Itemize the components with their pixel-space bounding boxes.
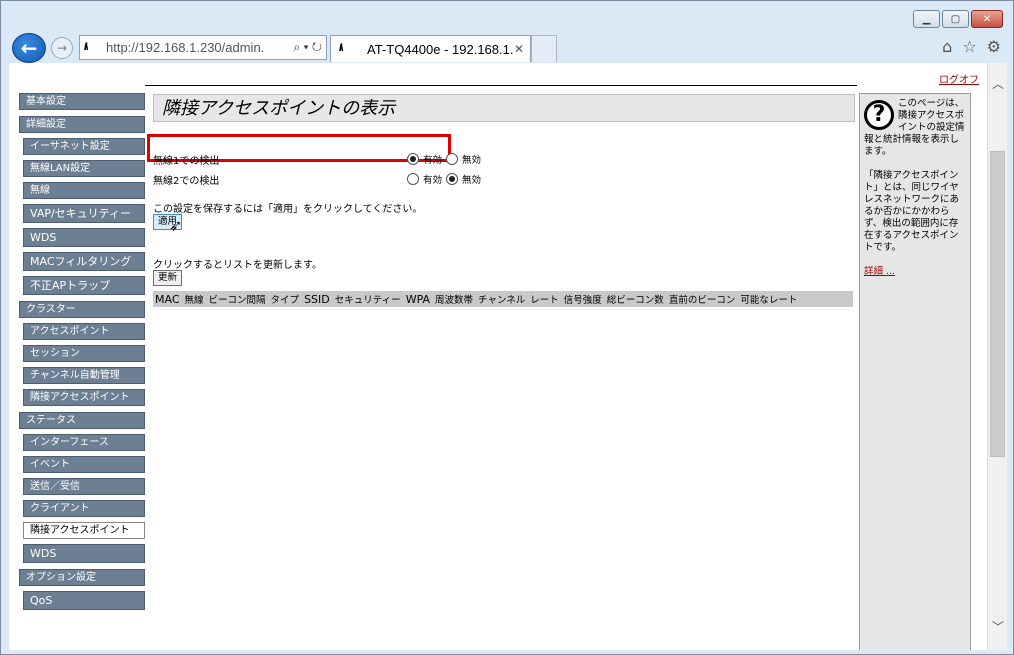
back-arrow-icon[interactable]: ← (12, 33, 46, 63)
window-controls: ▁ ▢ ✕ (913, 10, 1003, 28)
help-more-link[interactable]: 詳細 ... (864, 266, 895, 277)
sidebar-item-qos[interactable]: QoS (23, 591, 145, 610)
radio1-disable-option[interactable]: 無効 (446, 152, 481, 166)
sidebar-item-ethernet[interactable]: イーサネット設定 (23, 138, 145, 155)
tab-title: AT-TQ4400e - 192.168.1... (367, 41, 514, 57)
radio1-label: 無線1での検出 (153, 155, 220, 167)
sidebar-section-cluster[interactable]: クラスター (19, 301, 145, 318)
sidebar-item-channel-mgmt[interactable]: チャンネル自動管理 (23, 367, 145, 384)
radio2-enable-option[interactable]: 有効 (407, 172, 442, 186)
radio1-detection-row: 無線1での検出 有効 無効 (153, 150, 503, 168)
sidebar-section-advanced[interactable]: 詳細設定 (19, 116, 145, 133)
sidebar-item-wlan[interactable]: 無線LAN設定 (23, 160, 145, 177)
col-supported-rates: 可能なレート (740, 295, 798, 306)
settings-gear-icon[interactable]: ⚙ (987, 37, 1001, 56)
sidebar-item-interfaces[interactable]: インターフェース (23, 434, 145, 451)
col-security: セキュリティー (334, 295, 401, 306)
col-mac: MAC (155, 292, 180, 306)
col-beacon-interval: ビーコン間隔 (208, 295, 266, 306)
radio1-enable-option[interactable]: 有効 (407, 152, 442, 166)
browser-window: ▁ ▢ ✕ ← → //\ http://192.168.1.230/admin… (0, 0, 1014, 655)
sidebar-section-options[interactable]: オプション設定 (19, 569, 145, 586)
sidebar-item-basic-settings[interactable]: 基本設定 (19, 93, 145, 110)
forward-arrow-icon[interactable]: → (51, 37, 73, 59)
help-panel: ? このページは、隣接アクセスポイントの設定情報と統計情報を表示します。 「隣接… (859, 93, 971, 650)
sidebar: 基本設定 詳細設定 イーサネット設定 無線LAN設定 無線 VAP/セキュリティ… (19, 93, 145, 615)
refresh-instruction: クリックするとリストを更新します。 (153, 260, 322, 271)
favorites-star-icon[interactable]: ☆ (962, 37, 976, 56)
maximize-icon[interactable]: ▢ (942, 10, 969, 28)
radio2-detection-row: 無線2での検出 有効 無効 (153, 170, 503, 188)
navigation-bar: ← → //\ http://192.168.1.230/admin. ⌕ ▾ … (1, 33, 1013, 63)
main-content: 隣接アクセスポイントの表示 無線1での検出 有効 無効 無線2での検出 有効 無… (145, 85, 857, 650)
sidebar-item-wds-status[interactable]: WDS (23, 544, 145, 563)
sidebar-item-rogue-ap[interactable]: 不正APトラップ (23, 276, 145, 295)
sidebar-item-wds[interactable]: WDS (23, 228, 145, 247)
col-signal: 信号強度 (563, 295, 602, 306)
col-last-beacon: 直前のビーコン (668, 295, 736, 306)
tab-active[interactable]: //\ AT-TQ4400e - 192.168.1... ✕ (330, 35, 531, 62)
radio-unselected-icon[interactable] (446, 153, 459, 165)
sidebar-item-access-points[interactable]: アクセスポイント (23, 323, 145, 340)
col-radio: 無線 (184, 295, 204, 306)
scroll-down-icon[interactable]: ﹀ (988, 616, 1007, 636)
neighbor-ap-table-header: MAC 無線 ビーコン間隔 タイプ SSID セキュリティー WPA 周波数帯 … (153, 291, 853, 307)
col-wpa: WPA (405, 292, 431, 306)
scroll-thumb[interactable] (990, 151, 1005, 457)
sidebar-item-vap-security[interactable]: VAP/セキュリティー (23, 204, 145, 223)
scroll-up-icon[interactable]: ︿ (988, 73, 1007, 93)
page-title: 隣接アクセスポイントの表示 (153, 94, 855, 122)
radio-selected-icon[interactable] (446, 173, 459, 185)
sidebar-item-mac-filter[interactable]: MACフィルタリング (23, 252, 145, 271)
col-band: 周波数帯 (435, 295, 474, 306)
save-instruction: この設定を保存するには「適用」をクリックしてください。 (153, 204, 423, 215)
sidebar-item-tx-rx[interactable]: 送信／受信 (23, 478, 145, 495)
col-channel: チャンネル (478, 295, 526, 306)
radio-selected-icon[interactable] (407, 153, 419, 165)
sidebar-item-radio[interactable]: 無線 (23, 182, 145, 199)
sidebar-section-status[interactable]: ステータス (19, 412, 145, 429)
mouse-cursor-icon: ➶ (169, 216, 183, 235)
site-logo-icon: //\ (84, 41, 88, 53)
col-total-beacons: 総ビーコン数 (606, 295, 664, 306)
vertical-scrollbar[interactable]: ︿ ﹀ (987, 63, 1007, 650)
radio2-disable-option[interactable]: 無効 (446, 172, 481, 186)
logout-link[interactable]: ログオフ (939, 71, 979, 86)
col-ssid: SSID (304, 292, 330, 306)
address-url[interactable]: http://192.168.1.230/admin. (106, 40, 289, 55)
help-text-2: 「隣接アクセスポイント」とは、同じワイヤレスネットワークにあるか否かにかかわらず… (864, 170, 960, 253)
col-type: タイプ (270, 295, 300, 306)
help-question-icon: ? (864, 100, 894, 130)
home-icon[interactable]: ⌂ (942, 37, 952, 56)
search-refresh-icon[interactable]: ⌕ ▾ ↻ (289, 40, 326, 55)
minimize-icon[interactable]: ▁ (913, 10, 940, 28)
browser-tools: ⌂ ☆ ⚙ (942, 37, 1001, 56)
col-rate: レート (530, 295, 559, 306)
sidebar-item-neighbor-ap-status[interactable]: 隣接アクセスポイント (23, 522, 145, 539)
address-bar[interactable]: //\ http://192.168.1.230/admin. ⌕ ▾ ↻ (79, 35, 327, 60)
tab-logo-icon: //\ (339, 43, 343, 54)
sidebar-item-neighbor-ap-cluster[interactable]: 隣接アクセスポイント (23, 389, 145, 406)
radio2-label: 無線2での検出 (153, 175, 220, 187)
sidebar-item-events[interactable]: イベント (23, 456, 145, 473)
refresh-button[interactable]: 更新 (153, 270, 183, 286)
sidebar-item-clients[interactable]: クライアント (23, 500, 145, 517)
new-tab-button[interactable] (531, 35, 557, 62)
close-icon[interactable]: ✕ (971, 10, 1003, 28)
tab-close-icon[interactable]: ✕ (514, 42, 530, 56)
page-viewport: ログオフ 基本設定 詳細設定 イーサネット設定 無線LAN設定 無線 VAP/セ… (9, 63, 1007, 650)
radio-unselected-icon[interactable] (407, 173, 419, 185)
sidebar-item-sessions[interactable]: セッション (23, 345, 145, 362)
